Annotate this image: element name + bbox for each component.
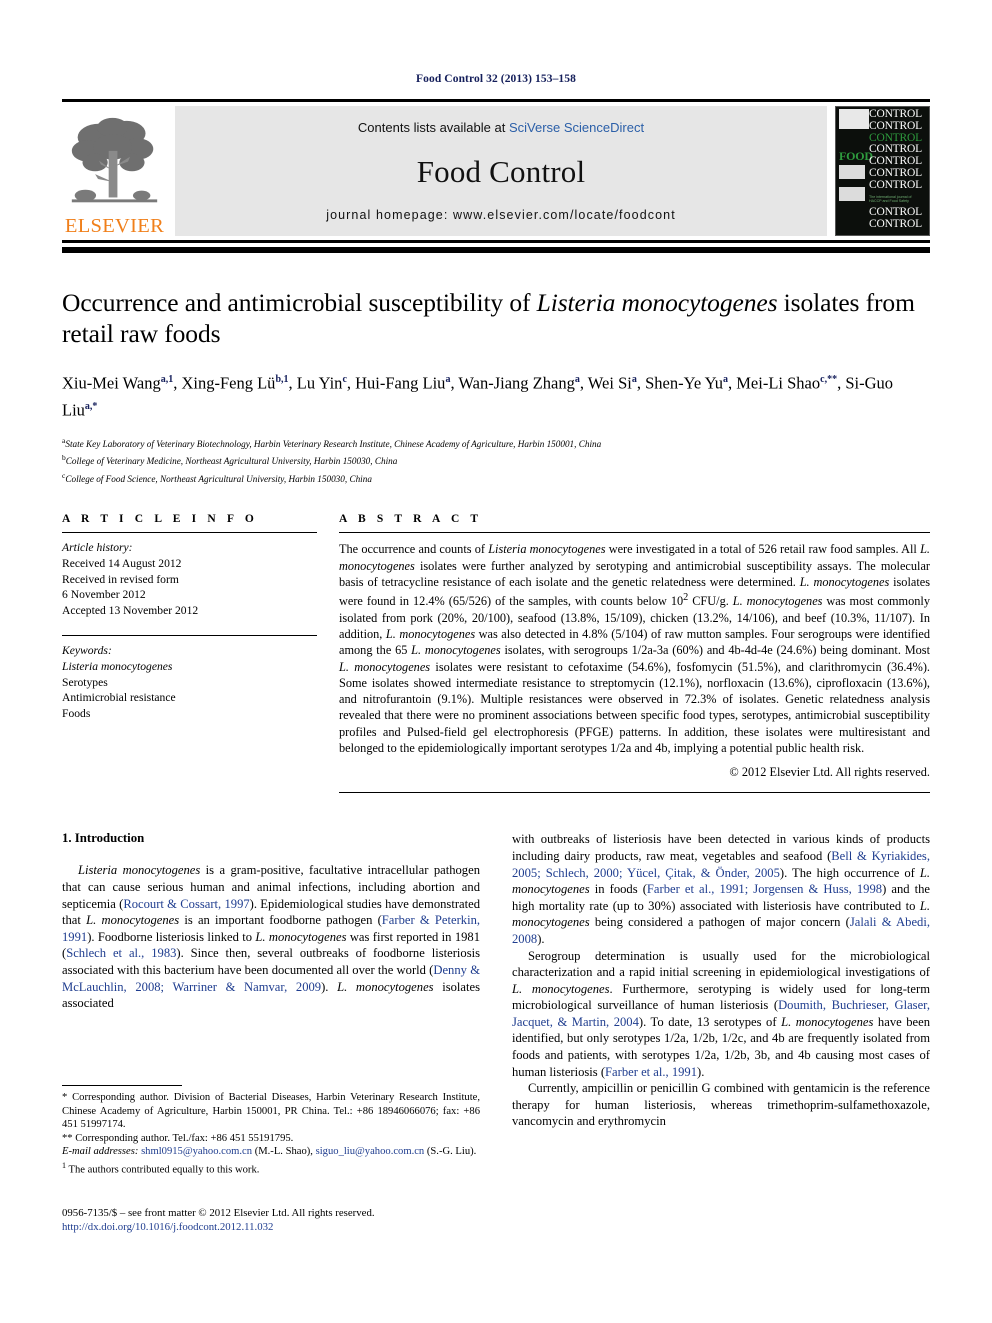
- article-history-item: Received in revised form: [62, 572, 179, 586]
- intro-paragraph-left: Listeria monocytogenes is a gram-positiv…: [62, 863, 481, 1011]
- abstract-text: The occurrence and counts of Listeria mo…: [339, 542, 930, 756]
- running-head: Food Control 32 (2013) 153–158: [416, 73, 576, 85]
- footnote-rule: [62, 1085, 182, 1086]
- affiliation-text: College of Veterinary Medicine, Northeas…: [65, 456, 398, 467]
- cover-control-word: CONTROL: [869, 178, 922, 191]
- page-title: Occurrence and antimicrobial susceptibil…: [62, 287, 930, 349]
- journal-cover-thumbnail: FOOD CONTROL CONTROL CONTROL CONTROL CON…: [835, 106, 930, 236]
- footnote-mark-1: 1: [62, 1160, 66, 1170]
- article-history-label: Article history:: [62, 541, 133, 555]
- article-info-column: A R T I C L E I N F O Article history: R…: [62, 513, 317, 793]
- email-owner-shao: (M.-L. Shao),: [252, 1146, 316, 1158]
- intro-paragraph-right-3: Currently, ampicillin or penicillin G co…: [512, 1081, 930, 1129]
- cover-control-word: CONTROL: [869, 166, 922, 179]
- cover-control-stack: CONTROL CONTROL CONTROL CONTROL CONTROL …: [869, 108, 927, 233]
- article-history-item: Received 14 August 2012: [62, 557, 182, 570]
- footnote-corresponding-1: * Corresponding author. Division of Bact…: [62, 1092, 480, 1131]
- footnote-equal-contribution: 1 The authors contributed equally to thi…: [62, 1159, 480, 1177]
- email-addresses-label: E-mail addresses:: [62, 1146, 139, 1158]
- affiliation-list: aState Key Laboratory of Veterinary Biot…: [62, 434, 930, 486]
- elsevier-logo: ELSEVIER: [62, 106, 167, 236]
- cover-image-strip-1: [839, 165, 865, 179]
- cover-control-word: CONTROL: [869, 205, 922, 218]
- doi-link[interactable]: http://dx.doi.org/10.1016/j.foodcont.201…: [62, 1220, 375, 1234]
- author-list: Xiu-Mei Wanga,1, Xing-Feng Lüb,1, Lu Yin…: [62, 373, 894, 420]
- email-link-liu[interactable]: siguo_liu@yahoo.com.cn: [316, 1146, 425, 1157]
- contents-box: Contents lists available at SciVerse Sci…: [175, 106, 827, 236]
- abstract-rule: [339, 532, 930, 534]
- footnotes-block: * Corresponding author. Division of Bact…: [62, 1085, 480, 1177]
- keyword-item: Foods: [62, 706, 91, 720]
- abstract-column: A B S T R A C T The occurrence and count…: [339, 513, 930, 794]
- abstract-copyright: © 2012 Elsevier Ltd. All rights reserved…: [729, 765, 930, 780]
- title-species-name: Listeria monocytogenes: [536, 288, 778, 317]
- cover-control-word: CONTROL: [869, 119, 922, 132]
- journal-title: Food Control: [416, 153, 586, 189]
- keywords-label: Keywords:: [62, 644, 112, 658]
- affiliation-item: cCollege of Food Science, Northeast Agri…: [62, 469, 930, 486]
- email-link-shao[interactable]: shml0915@yahoo.com.cn: [141, 1146, 252, 1157]
- keyword-item: Listeria monocytogenes: [62, 659, 173, 673]
- article-history: Article history: Received 14 August 2012…: [62, 540, 317, 618]
- issn-copyright-line: 0956-7135/$ – see front matter © 2012 El…: [62, 1207, 375, 1219]
- email-owner-liu: (S.-G. Liu).: [424, 1146, 477, 1158]
- journal-banner: ELSEVIER Contents lists available at Sci…: [62, 99, 930, 243]
- article-info-rule: [62, 532, 317, 534]
- affiliation-text: College of Food Science, Northeast Agric…: [65, 474, 372, 484]
- keyword-item: Antimicrobial resistance: [62, 691, 176, 705]
- affiliation-text: State Key Laboratory of Veterinary Biote…: [65, 439, 602, 450]
- keyword-item: Serotypes: [62, 675, 108, 689]
- intro-paragraph-right-1: with outbreaks of listeriosis have been …: [512, 832, 931, 946]
- abstract-bottom-rule: [339, 792, 930, 794]
- title-part-1: Occurrence and antimicrobial susceptibil…: [62, 288, 537, 317]
- footnote-corresponding-2: ** Corresponding author. Tel./fax: +86 4…: [62, 1132, 294, 1144]
- contents-available-line: Contents lists available at SciVerse Sci…: [358, 120, 644, 135]
- article-history-item: 6 November 2012: [62, 588, 146, 602]
- body-column-right: with outbreaks of listeriosis have been …: [512, 831, 930, 1130]
- journal-homepage-link[interactable]: journal homepage: www.elsevier.com/locat…: [326, 208, 676, 222]
- cover-tagline: The international journal of HACCP and F…: [869, 194, 912, 204]
- keywords-block: Keywords: Listeria monocytogenes Serotyp…: [62, 643, 317, 721]
- keywords-rule: [62, 635, 317, 637]
- cover-control-word: CONTROL: [869, 217, 922, 230]
- affiliation-item: bCollege of Veterinary Medicine, Northea…: [62, 451, 930, 468]
- section-heading-introduction: 1. Introduction: [62, 831, 145, 846]
- footer-issn-block: 0956-7135/$ – see front matter © 2012 El…: [62, 1206, 375, 1235]
- article-info-heading: A R T I C L E I N F O: [62, 513, 258, 526]
- sciencedirect-link[interactable]: SciVerse ScienceDirect: [509, 120, 644, 135]
- banner-bottom-rule: [62, 247, 930, 253]
- affiliation-item: aState Key Laboratory of Veterinary Biot…: [62, 434, 930, 451]
- article-history-item: Accepted 13 November 2012: [62, 603, 199, 617]
- paper-page: Food Control 32 (2013) 153–158 ELSEVIER …: [0, 0, 992, 1323]
- intro-paragraph-right-2: Serogroup determination is usually used …: [512, 948, 931, 1079]
- elsevier-wordmark: ELSEVIER: [64, 214, 165, 237]
- cover-food-word: FOOD: [839, 149, 873, 163]
- elsevier-tree-icon: [71, 117, 158, 202]
- contents-prefix: Contents lists available at: [357, 120, 509, 135]
- info-abstract-row: A R T I C L E I N F O Article history: R…: [62, 513, 930, 794]
- footnote-emails: E-mail addresses: shml0915@yahoo.com.cn …: [62, 1145, 480, 1159]
- abstract-heading: A B S T R A C T: [339, 513, 483, 526]
- cover-logo-mark: [839, 109, 869, 129]
- cover-image-strip-2: [839, 187, 865, 201]
- footnote-equal-contribution-text: The authors contributed equally to this …: [68, 1164, 260, 1176]
